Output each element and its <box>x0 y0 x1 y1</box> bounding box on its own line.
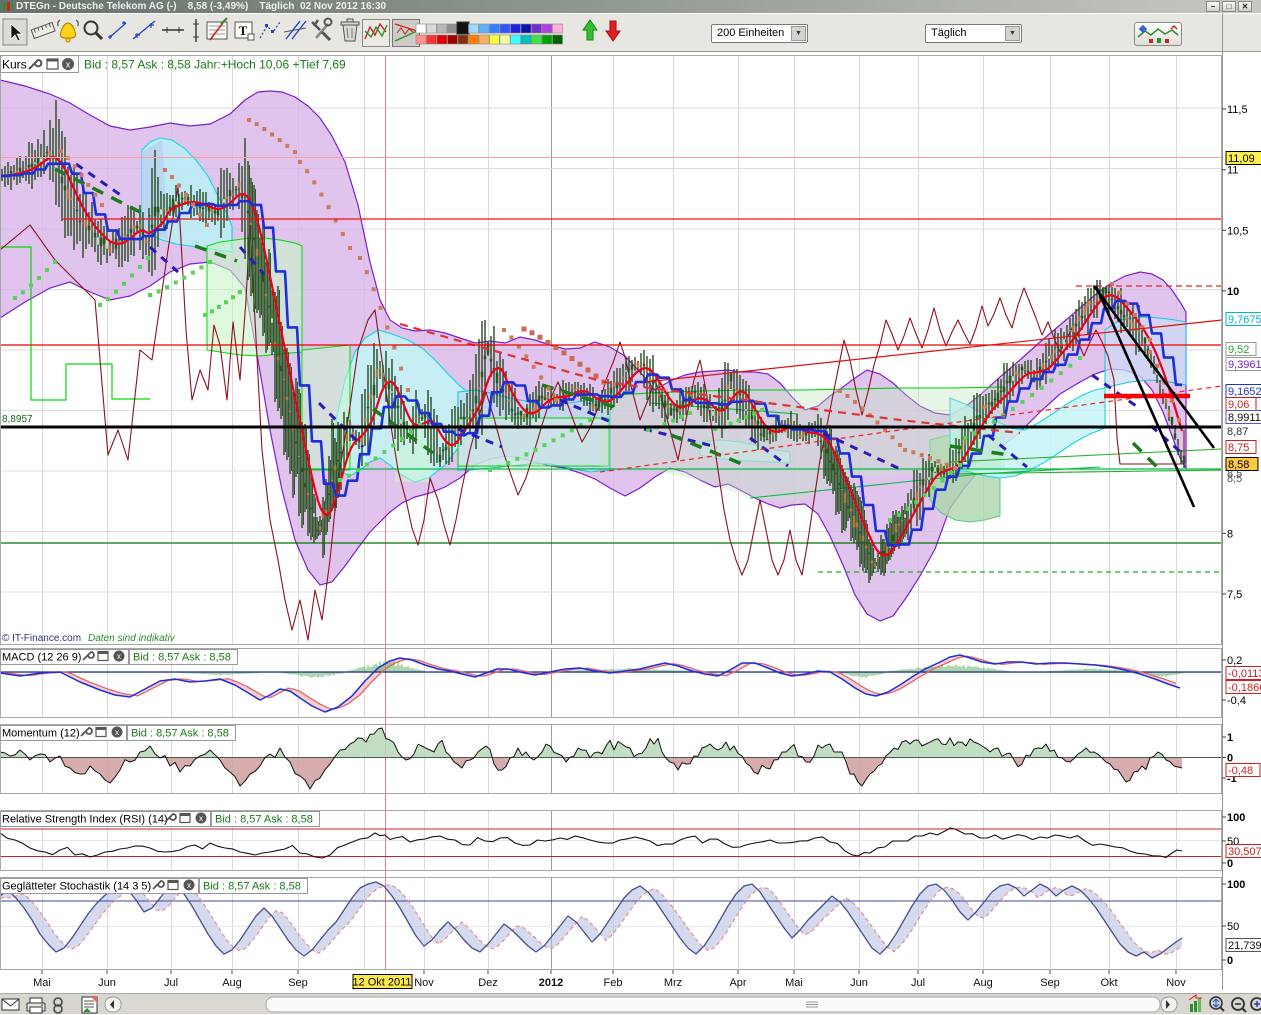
svg-text:Mrz: Mrz <box>664 977 682 989</box>
svg-text:Mai: Mai <box>33 977 51 989</box>
svg-text:Nov: Nov <box>1166 977 1186 989</box>
svg-text:Kurs: Kurs <box>2 58 27 72</box>
svg-text:30,507: 30,507 <box>1228 846 1261 858</box>
svg-text:Nov: Nov <box>414 977 434 989</box>
svg-text:x: x <box>115 728 119 737</box>
svg-text:1: 1 <box>1227 732 1233 744</box>
svg-text:9,52: 9,52 <box>1228 344 1249 356</box>
svg-text:-0,48: -0,48 <box>1228 765 1253 777</box>
svg-text:8,75: 8,75 <box>1228 442 1249 454</box>
svg-text:11: 11 <box>1227 165 1238 177</box>
svg-text:8,87: 8,87 <box>1227 426 1248 438</box>
svg-text:10,5: 10,5 <box>1227 225 1248 237</box>
svg-text:11,5: 11,5 <box>1227 104 1248 116</box>
svg-text:0: 0 <box>1227 858 1233 870</box>
svg-text:Dez: Dez <box>478 977 498 989</box>
svg-text:© IT-Finance.com: © IT-Finance.com <box>2 633 81 644</box>
svg-text:Geglätteter Stochastik (14 3 5: Geglätteter Stochastik (14 3 5) <box>2 881 151 893</box>
svg-text:Bid : 8,57 Ask : 8,58 Jahr:+Ho: Bid : 8,57 Ask : 8,58 Jahr:+Hoch 10,06 +… <box>84 58 346 72</box>
svg-text:8: 8 <box>1227 528 1233 540</box>
svg-text:8,9911: 8,9911 <box>1228 412 1261 424</box>
svg-text:-0,4: -0,4 <box>1227 695 1246 707</box>
svg-text:100: 100 <box>1227 879 1245 891</box>
svg-text:100: 100 <box>1227 812 1245 824</box>
svg-text:Feb: Feb <box>604 977 623 989</box>
svg-text:x: x <box>187 881 191 890</box>
svg-text:7,5: 7,5 <box>1227 589 1242 601</box>
svg-text:0,2: 0,2 <box>1227 655 1242 667</box>
svg-text:21,739: 21,739 <box>1228 940 1261 952</box>
svg-text:Okt: Okt <box>1100 977 1117 989</box>
svg-text:2012: 2012 <box>539 977 563 989</box>
svg-text:9,1652: 9,1652 <box>1228 386 1261 398</box>
svg-text:Momentum (12): Momentum (12) <box>2 728 80 740</box>
svg-text:-0,1866: -0,1866 <box>1228 682 1261 694</box>
svg-text:50: 50 <box>1227 921 1239 933</box>
svg-text:Aug: Aug <box>973 977 993 989</box>
svg-text:Relative Strength Index (RSI): Relative Strength Index (RSI) (14) <box>2 814 168 826</box>
svg-text:8,8957: 8,8957 <box>2 414 33 425</box>
svg-text:Sep: Sep <box>288 977 308 989</box>
svg-text:9,3961: 9,3961 <box>1228 359 1261 371</box>
svg-text:Jul: Jul <box>911 977 925 989</box>
svg-text:11,09: 11,09 <box>1228 153 1255 165</box>
svg-text:0: 0 <box>1227 955 1233 967</box>
svg-text:8,5: 8,5 <box>1227 473 1242 485</box>
svg-text:10: 10 <box>1227 286 1239 298</box>
svg-text:x: x <box>199 814 203 823</box>
svg-text:Jul: Jul <box>164 977 178 989</box>
svg-text:x: x <box>66 60 71 70</box>
svg-text:-0,0113: -0,0113 <box>1228 668 1261 680</box>
svg-text:12 Okt 2011: 12 Okt 2011 <box>352 977 411 989</box>
svg-text:Bid : 8,57 Ask : 8,58: Bid : 8,57 Ask : 8,58 <box>133 652 231 664</box>
svg-text:Jun: Jun <box>98 977 116 989</box>
svg-text:MACD (12 26 9): MACD (12 26 9) <box>2 652 81 664</box>
svg-text:Daten sind indikativ: Daten sind indikativ <box>88 633 176 644</box>
svg-text:Sep: Sep <box>1040 977 1060 989</box>
svg-text:Bid : 8,57 Ask : 8,58: Bid : 8,57 Ask : 8,58 <box>203 881 301 893</box>
svg-text:9,7675: 9,7675 <box>1228 314 1261 326</box>
svg-text:x: x <box>117 652 121 661</box>
svg-text:Mai: Mai <box>785 977 803 989</box>
svg-text:8,58: 8,58 <box>1228 459 1249 471</box>
svg-text:9,06: 9,06 <box>1228 399 1249 411</box>
svg-text:Bid : 8,57 Ask : 8,58: Bid : 8,57 Ask : 8,58 <box>131 728 229 740</box>
svg-text:Apr: Apr <box>729 977 746 989</box>
svg-text:Aug: Aug <box>222 977 242 989</box>
svg-text:0: 0 <box>1227 753 1233 765</box>
svg-text:Jun: Jun <box>850 977 868 989</box>
svg-text:Bid : 8,57 Ask : 8,58: Bid : 8,57 Ask : 8,58 <box>215 814 313 826</box>
